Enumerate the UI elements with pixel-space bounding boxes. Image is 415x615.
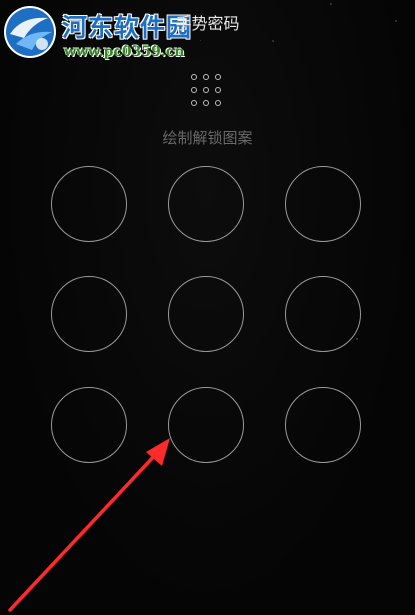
pattern-node-2[interactable] xyxy=(168,166,244,242)
screen: 河东软件园 www.pc0359.cn 手势密码 绘制解锁图案 xyxy=(0,0,415,615)
pattern-node-5[interactable] xyxy=(168,276,244,352)
pattern-node-1[interactable] xyxy=(51,166,127,242)
pattern-node-9[interactable] xyxy=(285,387,361,463)
pattern-grid xyxy=(0,0,415,615)
pattern-node-7[interactable] xyxy=(51,387,127,463)
pattern-node-6[interactable] xyxy=(285,276,361,352)
pattern-node-8[interactable] xyxy=(168,387,244,463)
pattern-node-4[interactable] xyxy=(51,276,127,352)
pattern-node-3[interactable] xyxy=(285,166,361,242)
